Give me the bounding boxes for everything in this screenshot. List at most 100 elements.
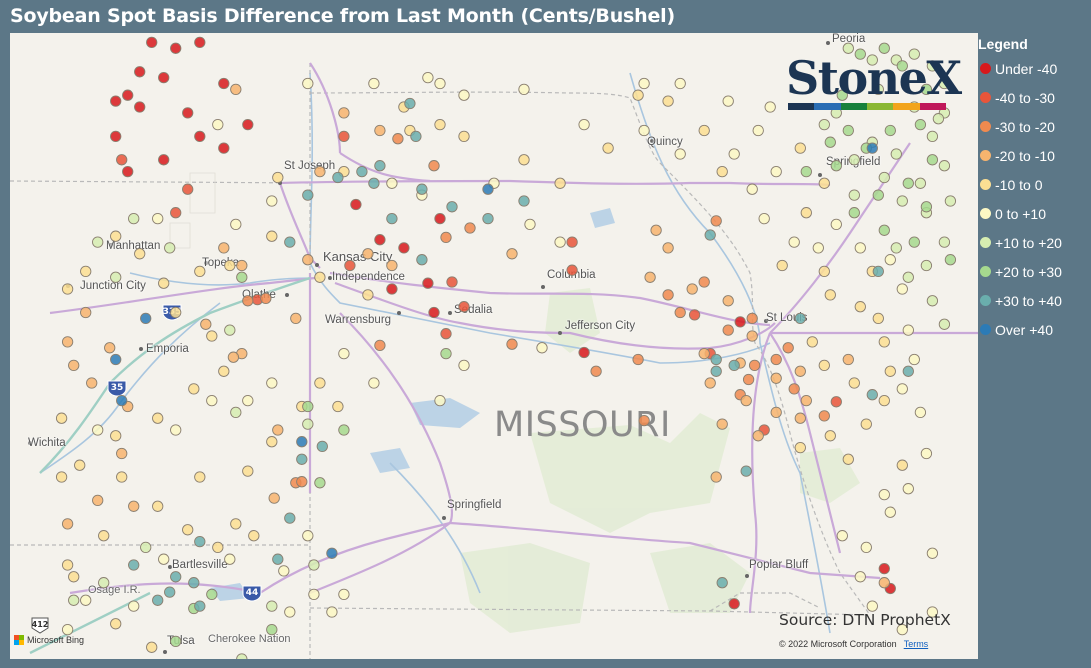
basis-point[interactable] — [728, 359, 740, 372]
basis-point[interactable] — [704, 377, 716, 389]
basis-point[interactable] — [242, 394, 254, 407]
basis-point[interactable] — [434, 212, 446, 225]
basis-point[interactable] — [752, 124, 764, 137]
basis-point[interactable] — [800, 394, 812, 407]
basis-point[interactable] — [134, 101, 146, 113]
basis-point[interactable] — [182, 524, 194, 536]
basis-point[interactable] — [830, 218, 842, 231]
basis-point[interactable] — [704, 229, 716, 241]
basis-point[interactable] — [332, 171, 344, 184]
basis-point[interactable] — [632, 353, 644, 366]
basis-point[interactable] — [866, 389, 878, 401]
basis-point[interactable] — [392, 133, 404, 145]
basis-point[interactable] — [836, 530, 848, 542]
basis-point[interactable] — [824, 289, 836, 301]
basis-point[interactable] — [362, 248, 374, 260]
basis-point[interactable] — [410, 130, 422, 143]
basis-point[interactable] — [566, 236, 578, 248]
basis-point[interactable] — [878, 336, 890, 348]
basis-point[interactable] — [164, 586, 176, 598]
basis-point[interactable] — [302, 418, 314, 430]
basis-point[interactable] — [788, 383, 800, 395]
basis-point[interactable] — [914, 177, 927, 189]
basis-point[interactable] — [248, 530, 260, 542]
basis-point[interactable] — [68, 594, 80, 606]
basis-point[interactable] — [806, 336, 818, 348]
basis-point[interactable] — [848, 207, 860, 219]
basis-point[interactable] — [338, 107, 350, 119]
basis-point[interactable] — [338, 347, 350, 360]
basis-point[interactable] — [338, 130, 350, 143]
basis-point[interactable] — [458, 89, 470, 101]
basis-point[interactable] — [55, 412, 68, 424]
basis-point[interactable] — [74, 459, 86, 471]
basis-point[interactable] — [722, 95, 734, 107]
basis-point[interactable] — [878, 562, 890, 575]
basis-point[interactable] — [422, 71, 434, 84]
basis-point[interactable] — [290, 312, 302, 325]
basis-point[interactable] — [770, 353, 782, 366]
basis-point[interactable] — [902, 177, 914, 189]
basis-point[interactable] — [110, 353, 122, 366]
basis-point[interactable] — [230, 518, 242, 530]
basis-point[interactable] — [182, 183, 194, 195]
basis-point[interactable] — [710, 471, 722, 483]
terms-link[interactable]: Terms — [904, 639, 929, 649]
basis-point[interactable] — [770, 406, 782, 419]
basis-point[interactable] — [776, 259, 788, 272]
basis-point[interactable] — [746, 312, 758, 325]
basis-point[interactable] — [686, 283, 698, 295]
basis-point[interactable] — [884, 254, 896, 266]
basis-point[interactable] — [416, 254, 428, 266]
basis-point[interactable] — [194, 600, 206, 612]
legend-item[interactable]: +20 to +30 — [978, 257, 1091, 286]
basis-point[interactable] — [194, 130, 206, 143]
basis-point[interactable] — [122, 89, 134, 101]
basis-point[interactable] — [61, 283, 74, 295]
basis-point[interactable] — [854, 242, 866, 254]
basis-point[interactable] — [368, 77, 380, 90]
basis-point[interactable] — [524, 218, 536, 231]
basis-point[interactable] — [518, 154, 530, 166]
basis-point[interactable] — [116, 447, 128, 460]
basis-point[interactable] — [872, 312, 884, 325]
basis-point[interactable] — [374, 124, 386, 137]
basis-point[interactable] — [860, 541, 872, 554]
basis-point[interactable] — [830, 160, 842, 172]
basis-point[interactable] — [152, 412, 164, 424]
basis-point[interactable] — [674, 148, 686, 160]
basis-point[interactable] — [218, 365, 230, 377]
basis-point[interactable] — [200, 318, 212, 330]
basis-point[interactable] — [650, 224, 662, 236]
basis-point[interactable] — [728, 598, 740, 610]
basis-point[interactable] — [866, 142, 878, 154]
basis-point[interactable] — [428, 306, 440, 319]
basis-point[interactable] — [752, 430, 764, 442]
basis-point[interactable] — [590, 365, 602, 377]
basis-point[interactable] — [206, 330, 218, 342]
basis-point[interactable] — [842, 124, 854, 137]
basis-point[interactable] — [92, 494, 104, 507]
basis-point[interactable] — [266, 600, 278, 612]
basis-point[interactable] — [926, 295, 939, 307]
basis-point[interactable] — [554, 236, 566, 248]
basis-point[interactable] — [164, 242, 176, 254]
basis-point[interactable] — [80, 306, 92, 319]
basis-point[interactable] — [158, 277, 170, 289]
basis-point[interactable] — [878, 224, 890, 236]
basis-point[interactable] — [188, 383, 200, 395]
basis-point[interactable] — [170, 571, 182, 583]
basis-point[interactable] — [794, 441, 806, 454]
basis-point[interactable] — [242, 465, 254, 477]
basis-point[interactable] — [92, 236, 104, 248]
basis-point[interactable] — [710, 365, 722, 377]
basis-point[interactable] — [482, 212, 494, 225]
basis-point[interactable] — [68, 571, 80, 583]
basis-point[interactable] — [710, 215, 722, 227]
basis-point[interactable] — [746, 330, 758, 342]
basis-point[interactable] — [224, 324, 236, 336]
basis-point[interactable] — [227, 351, 240, 363]
basis-point[interactable] — [890, 242, 902, 254]
basis-point[interactable] — [866, 600, 878, 612]
basis-point[interactable] — [746, 183, 758, 195]
